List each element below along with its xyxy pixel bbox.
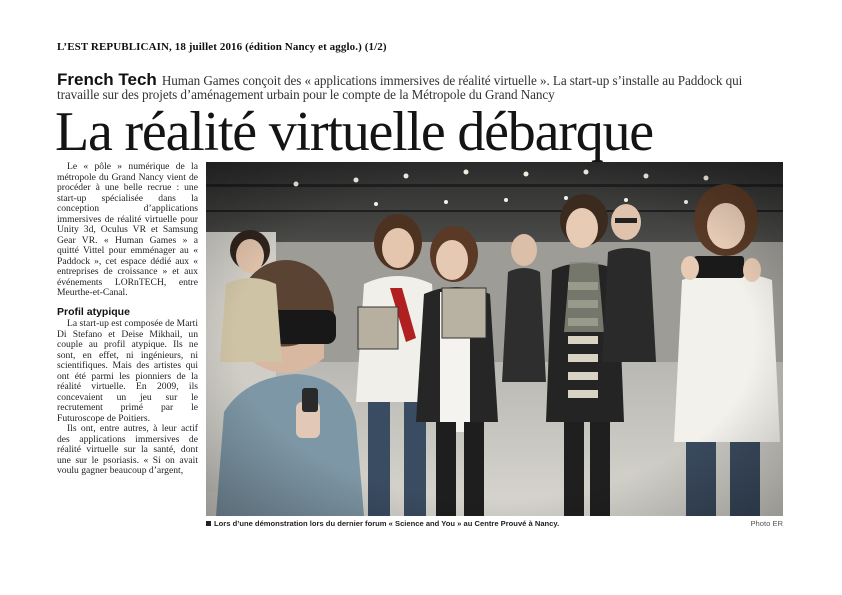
photo-credit: Photo ER <box>750 519 783 528</box>
photo-caption: Lors d’une démonstration lors du dernier… <box>206 519 783 528</box>
body-paragraph: La start-up est composée de Marti Di Ste… <box>57 318 198 424</box>
subhead: Profil atypique <box>57 305 130 318</box>
source-line: L’EST REPUBLICAIN, 18 juillet 2016 (édit… <box>57 41 387 53</box>
article-photo <box>206 162 783 516</box>
caption-text: Lors d’une démonstration lors du dernier… <box>214 519 560 528</box>
chapo-text: Human Games conçoit des « applications i… <box>57 73 743 102</box>
body-paragraph: Le « pôle » numérique de la métropole du… <box>57 161 198 298</box>
body-paragraph: Ils ont, entre autres, à leur actif des … <box>57 423 198 476</box>
photo-illustration <box>206 162 783 516</box>
article-body: Le « pôle » numérique de la métropole du… <box>57 161 198 477</box>
caption-bullet <box>206 521 211 526</box>
kicker: French Tech Human Games conçoit des « ap… <box>57 71 787 102</box>
headline: La réalité virtuelle débarque <box>55 101 654 163</box>
